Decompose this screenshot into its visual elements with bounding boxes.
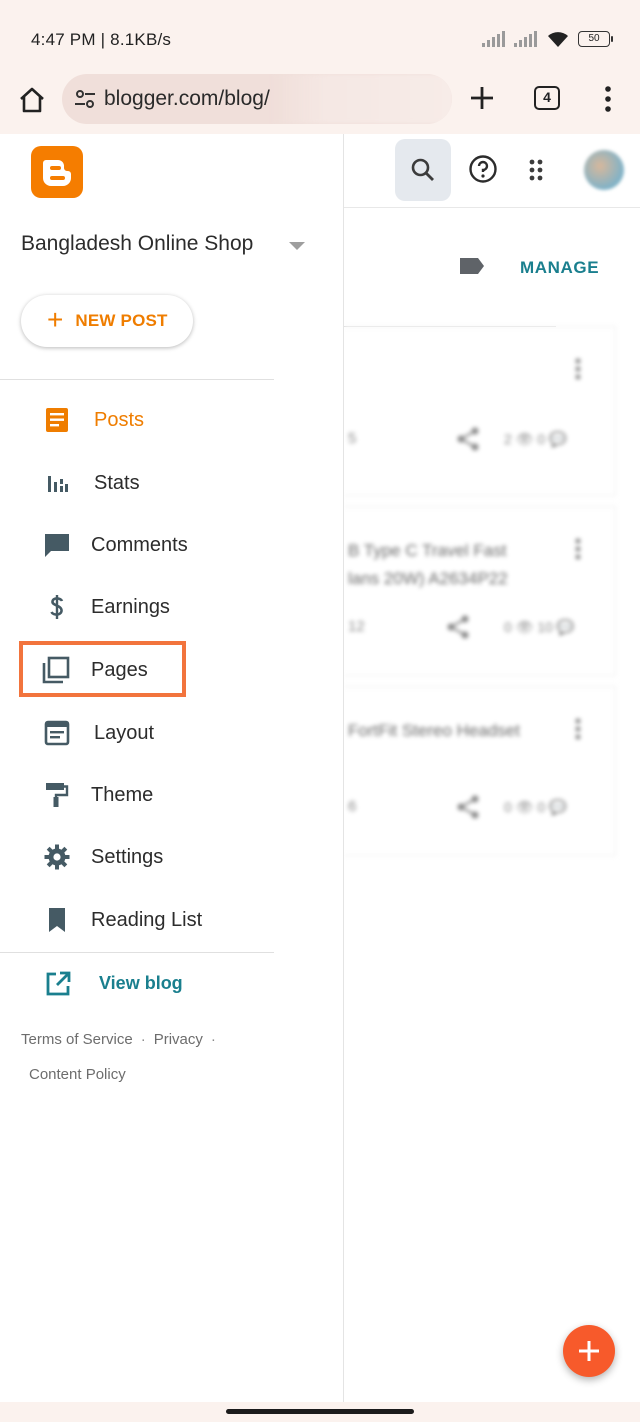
help-icon[interactable] <box>468 154 498 184</box>
bookmark-icon <box>44 907 70 933</box>
post-menu-icon[interactable] <box>575 357 581 379</box>
nav-label: Comments <box>91 533 188 556</box>
search-button[interactable] <box>395 139 451 201</box>
app-header <box>344 134 640 208</box>
post-stats: 2 👁 0 💬 <box>504 431 567 447</box>
separator-dot: · <box>140 1031 146 1048</box>
post-subtitle: lans 20W) A2634P22 <box>348 569 508 588</box>
blogger-logo-icon[interactable] <box>31 146 83 198</box>
status-bar: 4:47 PM | 8.1KB/s 50 <box>0 0 640 70</box>
plus-icon: + <box>47 304 64 335</box>
comment-icon <box>44 532 70 558</box>
share-icon[interactable] <box>444 613 472 641</box>
privacy-link[interactable]: Privacy <box>154 1031 203 1048</box>
dollar-icon <box>44 594 70 620</box>
post-stats: 0 👁 10 💬 <box>504 619 575 635</box>
nav-item-earnings[interactable]: Earnings <box>0 581 274 633</box>
nav-item-posts[interactable]: Posts <box>0 394 274 446</box>
nav-label: Theme <box>91 783 154 806</box>
gear-icon <box>44 844 70 870</box>
address-bar[interactable]: blogger.com/blog/ <box>62 74 452 124</box>
more-options-icon[interactable] <box>598 84 618 114</box>
highlight-annotation <box>19 641 186 697</box>
blog-name: Bangladesh Online Shop <box>21 232 254 255</box>
post-menu-icon[interactable] <box>575 717 581 739</box>
layout-icon <box>44 720 70 746</box>
divider <box>0 952 274 953</box>
stats-icon <box>44 470 70 496</box>
battery-level: 50 <box>588 33 600 44</box>
nav-item-layout[interactable]: Layout <box>0 707 274 759</box>
post-meta: 12 <box>348 618 365 635</box>
nav-item-theme[interactable]: Theme <box>0 769 274 821</box>
nav-label: Layout <box>94 721 155 744</box>
post-meta: 6 <box>348 798 357 815</box>
footer-links: Terms of Service · Privacy · Content Policy <box>21 1022 261 1092</box>
open-in-new-icon <box>46 971 71 996</box>
terms-link[interactable]: Terms of Service <box>21 1031 133 1048</box>
nav-label: Stats <box>94 471 140 494</box>
post-stats: 0 👁 0 💬 <box>504 799 567 815</box>
label-icon[interactable] <box>458 256 486 276</box>
dropdown-arrow-icon <box>289 242 305 250</box>
nav-item-reading-list[interactable]: Reading List <box>0 894 274 946</box>
blogger-main-content: MANAGE 5 2 👁 0 💬 B Type C Travel Fast la… <box>344 134 640 1402</box>
post-meta: 5 <box>348 430 357 447</box>
site-settings-icon[interactable] <box>74 89 96 109</box>
plus-icon <box>579 1341 599 1361</box>
status-time: 4:47 PM | 8.1KB/s <box>31 30 172 49</box>
divider <box>0 379 274 380</box>
apps-grid-icon[interactable] <box>528 158 548 182</box>
nav-label: Posts <box>94 408 145 431</box>
post-card[interactable]: 5 2 👁 0 💬 <box>344 326 616 496</box>
nav-item-stats[interactable]: Stats <box>0 457 274 509</box>
view-blog-link[interactable]: View blog <box>0 964 274 1004</box>
battery-icon: 50 <box>578 31 613 47</box>
nav-item-settings[interactable]: Settings <box>0 831 274 883</box>
post-menu-icon[interactable] <box>575 537 581 559</box>
new-post-button[interactable]: + NEW POST <box>21 295 193 347</box>
url-redacted <box>274 74 452 124</box>
separator-dot: · <box>210 1031 216 1048</box>
post-card[interactable]: B Type C Travel Fast lans 20W) A2634P22 … <box>344 506 616 676</box>
labels-row: MANAGE <box>344 246 640 286</box>
account-avatar[interactable] <box>584 150 624 190</box>
nav-item-comments[interactable]: Comments <box>0 519 274 571</box>
status-icons: 50 <box>482 30 613 48</box>
wifi-icon <box>548 32 568 47</box>
post-card[interactable]: FortFit Stereo Headset 6 0 👁 0 💬 <box>344 686 616 856</box>
share-icon[interactable] <box>454 425 482 453</box>
tab-switcher-button[interactable]: 4 <box>534 86 560 110</box>
view-blog-label: View blog <box>99 973 183 993</box>
post-title: B Type C Travel Fast <box>348 541 507 560</box>
blog-selector[interactable]: Bangladesh Online Shop <box>21 232 311 266</box>
new-tab-icon[interactable] <box>466 82 498 114</box>
home-icon[interactable] <box>16 84 48 116</box>
signal-icon <box>514 31 538 47</box>
signal-icon <box>482 31 506 47</box>
content-policy-link[interactable]: Content Policy <box>21 1066 126 1083</box>
share-icon[interactable] <box>454 793 482 821</box>
search-icon <box>411 158 434 181</box>
home-gesture-handle[interactable] <box>226 1409 414 1414</box>
nav-label: Reading List <box>91 908 203 931</box>
browser-toolbar: blogger.com/blog/ 4 <box>0 70 640 134</box>
manage-labels-link[interactable]: MANAGE <box>520 258 599 278</box>
new-post-fab[interactable] <box>563 1325 615 1377</box>
nav-label: Settings <box>91 845 164 868</box>
posts-icon <box>44 407 70 433</box>
nav-label: Earnings <box>91 595 170 618</box>
post-title: FortFit Stereo Headset <box>348 721 520 740</box>
navigation-drawer: Bangladesh Online Shop + NEW POST Posts … <box>0 134 344 1402</box>
blogger-b-icon <box>43 160 71 186</box>
new-post-label: NEW POST <box>75 311 168 330</box>
url-text: blogger.com/blog/ <box>104 87 270 110</box>
paint-roller-icon <box>44 782 70 808</box>
system-nav-bar <box>0 1402 640 1422</box>
